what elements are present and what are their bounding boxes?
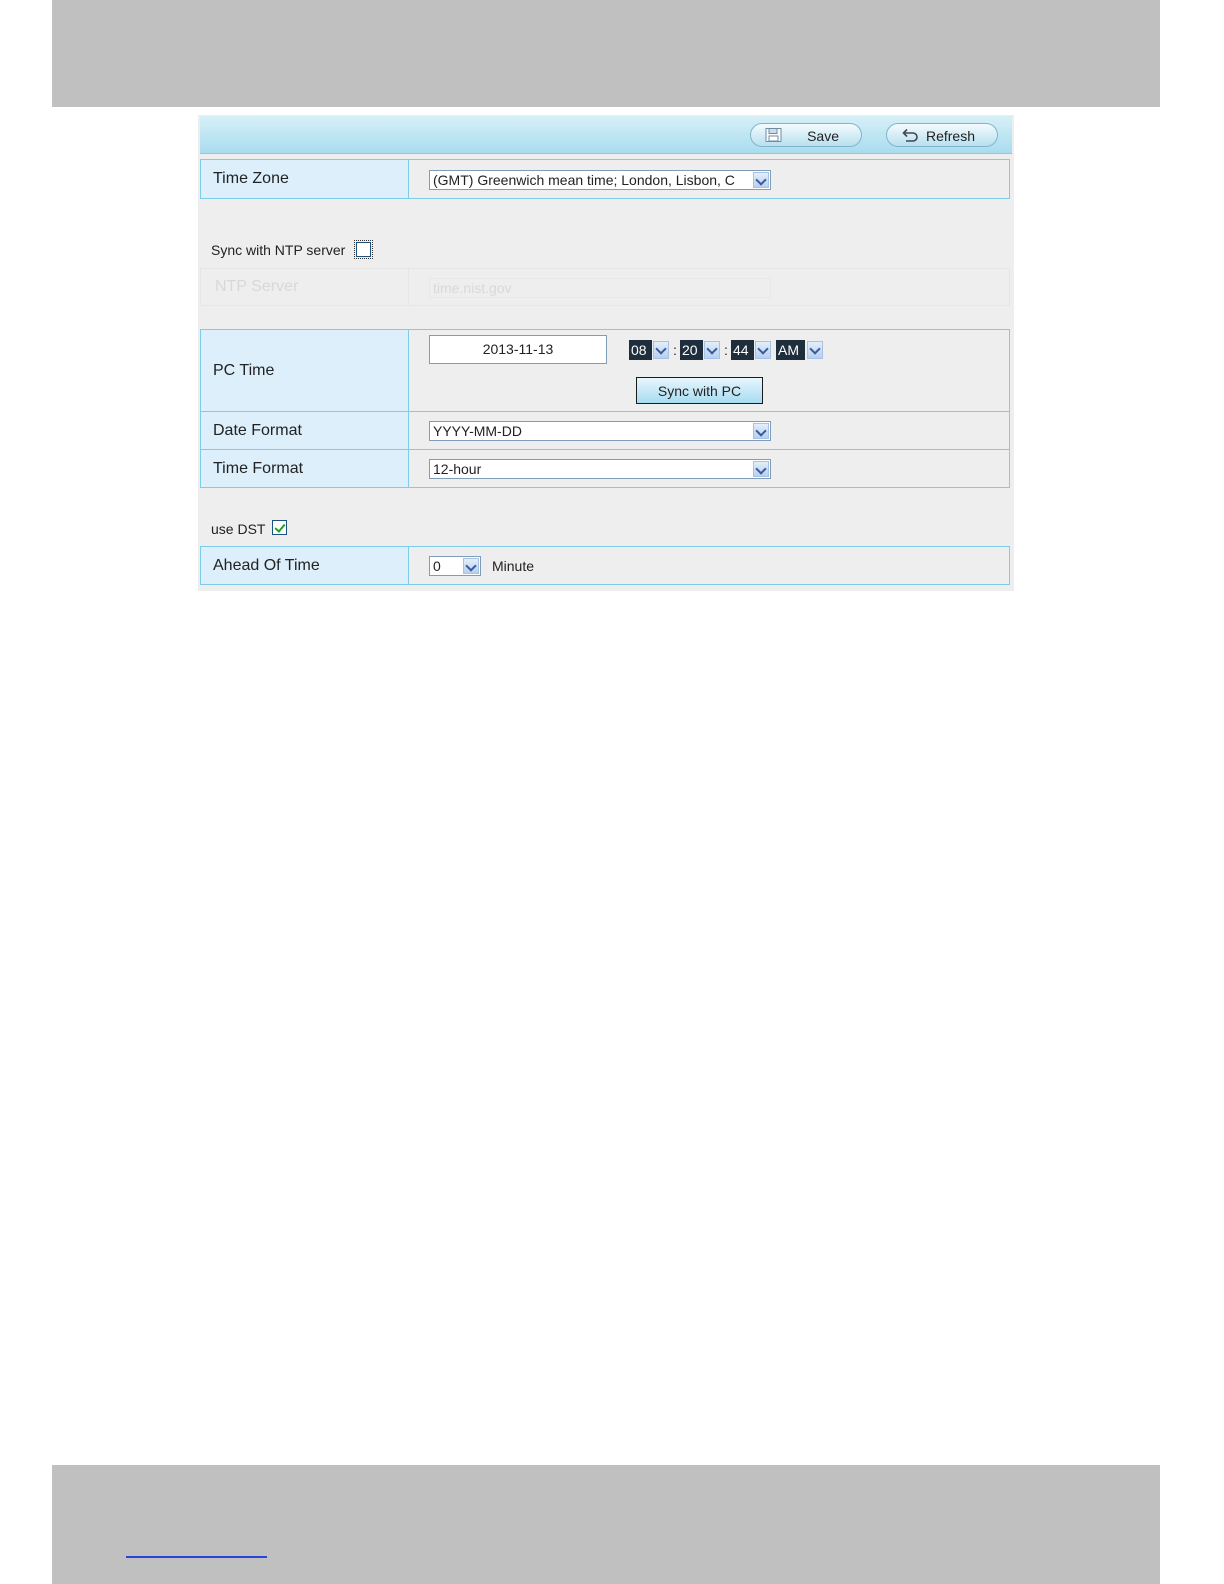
time-format-label-cell: Time Format [201, 450, 409, 487]
ahead-of-time-label-cell: Ahead Of Time [201, 547, 409, 584]
ntp-server-row: NTP Server time.nist.gov [200, 268, 1010, 306]
refresh-label: Refresh [925, 128, 975, 144]
date-format-label: Date Format [213, 421, 302, 439]
chevron-down-icon [463, 558, 479, 574]
time-format-select[interactable]: 12-hour [429, 459, 771, 479]
time-format-value: 12-hour [433, 461, 482, 477]
chevron-down-icon [753, 172, 769, 188]
time-format-label: Time Format [213, 459, 304, 477]
ntp-server-label: NTP Server [201, 269, 409, 305]
use-dst-checkbox[interactable] [272, 520, 287, 535]
ahead-of-time-select[interactable]: 0 [429, 556, 481, 576]
ahead-of-time-label: Ahead Of Time [213, 556, 320, 574]
time-zone-select[interactable]: (GMT) Greenwich mean time; London, Lisbo… [429, 170, 771, 190]
save-icon [765, 128, 782, 142]
save-label: Save [807, 128, 839, 144]
date-format-select[interactable]: YYYY-MM-DD [429, 421, 771, 441]
minute-value: 20 [680, 340, 703, 360]
hour-value: 08 [629, 340, 652, 360]
ampm-value: AM [776, 340, 805, 360]
footer-link[interactable] [126, 1556, 267, 1558]
date-format-row: Date Format YYYY-MM-DD [200, 411, 1010, 450]
ntp-server-select: time.nist.gov [429, 278, 771, 298]
time-zone-label: Time Zone [213, 170, 289, 187]
toolbar: Save Refresh [200, 116, 1012, 154]
pc-time-row: PC Time 2013-11-13 08 : 20 : 44 AM Sync … [200, 329, 1010, 412]
refresh-icon [902, 128, 918, 142]
sync-ntp-checkbox[interactable] [354, 240, 373, 259]
page-header-band [52, 0, 1160, 107]
chevron-down-icon [704, 341, 720, 359]
use-dst-label: use DST [211, 521, 266, 537]
time-separator: : [673, 342, 677, 358]
time-format-row: Time Format 12-hour [200, 449, 1010, 488]
pc-time-label-cell: PC Time [201, 330, 409, 411]
sync-with-pc-button[interactable]: Sync with PC [636, 377, 763, 404]
chevron-down-icon [753, 423, 769, 439]
time-settings-panel: Save Refresh Time Zone (GMT) Greenwich m… [198, 115, 1014, 591]
time-zone-value: (GMT) Greenwich mean time; London, Lisbo… [433, 172, 735, 188]
chevron-down-icon [753, 461, 769, 477]
ahead-of-time-row: Ahead Of Time 0 Minute [200, 546, 1010, 585]
refresh-button[interactable]: Refresh [886, 123, 998, 147]
time-zone-row: Time Zone (GMT) Greenwich mean time; Lon… [200, 159, 1010, 199]
time-zone-label-cell: Time Zone [201, 160, 409, 198]
minute-unit-label: Minute [492, 558, 535, 574]
second-value: 44 [731, 340, 754, 360]
pc-time-label: PC Time [213, 361, 275, 379]
chevron-down-icon [755, 341, 771, 359]
time-separator: : [724, 342, 728, 358]
ahead-of-time-value: 0 [433, 558, 441, 574]
pc-date-input[interactable]: 2013-11-13 [429, 335, 607, 364]
chevron-down-icon [653, 341, 669, 359]
date-format-value: YYYY-MM-DD [433, 423, 522, 439]
save-button[interactable]: Save [750, 123, 862, 147]
chevron-down-icon [807, 341, 823, 359]
page-footer-band [52, 1465, 1160, 1584]
date-format-label-cell: Date Format [201, 412, 409, 449]
sync-ntp-label: Sync with NTP server [211, 242, 346, 258]
